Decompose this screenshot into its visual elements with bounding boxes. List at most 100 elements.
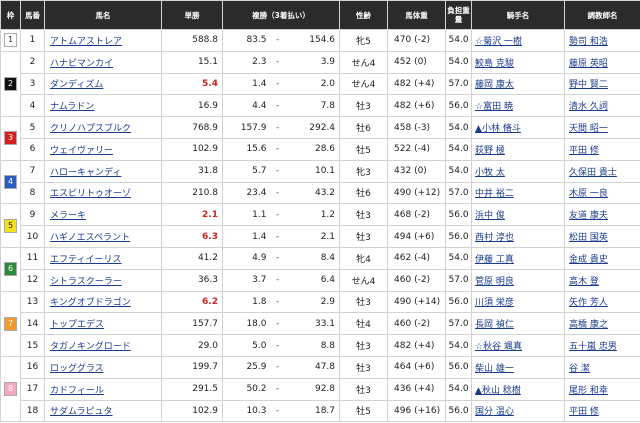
horse-name-link[interactable]: ダンディズム xyxy=(50,80,103,90)
place-odds-max: 7.8 xyxy=(285,94,341,118)
table-row: 6 ウェイヴァリー 102.9 15.6-28.6 牡5 522 (-4) 54.0 荻野 極… xyxy=(1,137,640,161)
horse-name-link[interactable]: ナムラドン xyxy=(50,102,94,112)
jockey-name-link[interactable]: ▲秋山 稔樹 xyxy=(475,386,521,396)
trainer-name-link[interactable]: 藤原 英昭 xyxy=(569,59,608,69)
jockey-name-link[interactable]: 国分 温心 xyxy=(475,407,514,417)
jockey-name-link[interactable]: ☆菊沢 一樹 xyxy=(475,37,522,47)
trainer-name-link[interactable]: 谷 潔 xyxy=(569,364,590,374)
sex-age: 牡3 xyxy=(339,377,389,401)
place-odds-min: 2.3 xyxy=(222,50,270,74)
jockey-name-link[interactable]: 伊藤 工真 xyxy=(475,255,514,265)
frame-cell: 2 xyxy=(0,50,21,118)
trainer-name-link[interactable]: 尾形 和幸 xyxy=(569,386,608,396)
frame-number-badge: 7 xyxy=(4,316,17,331)
horse-weight: 482 (+4) xyxy=(387,72,447,96)
horse-number: 1 xyxy=(20,29,45,52)
jockey-name-link[interactable]: ☆秋谷 颯真 xyxy=(475,342,522,352)
trainer-name-link[interactable]: 友道 康夫 xyxy=(569,211,608,221)
jockey-name-link[interactable]: ▲小林 脩斗 xyxy=(475,124,521,134)
place-odds-separator: - xyxy=(269,159,286,183)
jockey-name-link[interactable]: 長岡 禎仁 xyxy=(475,320,514,330)
carried-weight: 56.0 xyxy=(445,203,473,227)
horse-name-link[interactable]: メラーキ xyxy=(50,211,86,221)
carried-weight: 57.0 xyxy=(445,268,473,292)
horse-weight: 460 (-2) xyxy=(387,312,447,336)
jockey-name-link[interactable]: 小牧 太 xyxy=(475,168,505,178)
horse-name-link[interactable]: ロッググラス xyxy=(50,364,104,374)
trainer-name-cell: 勢司 和浩 xyxy=(564,29,640,52)
trainer-name-cell: 天間 昭一 xyxy=(564,116,640,139)
horse-name-link[interactable]: アトムアストレア xyxy=(50,37,122,47)
horse-name-cell: ハローキャンディ xyxy=(44,159,162,183)
trainer-name-link[interactable]: 天間 昭一 xyxy=(569,124,608,134)
horse-name-cell: エスピリトゥオーゾ xyxy=(44,181,162,205)
jockey-name-link[interactable]: 鮫島 克駿 xyxy=(475,59,514,69)
trainer-name-link[interactable]: 金成 貴史 xyxy=(569,255,608,265)
jockey-name-cell: 中井 裕二 xyxy=(471,181,566,205)
header-trainer: 調教師名 xyxy=(564,0,640,30)
trainer-name-link[interactable]: 勢司 和浩 xyxy=(569,37,608,47)
win-odds: 6.2 xyxy=(161,290,223,314)
horse-weight: 462 (-4) xyxy=(387,246,447,270)
trainer-name-link[interactable]: 矢作 芳人 xyxy=(569,298,608,308)
horse-name-link[interactable]: カドフィール xyxy=(50,386,104,396)
frame-number-badge: 1 xyxy=(4,33,17,48)
sex-age: 牡3 xyxy=(339,355,389,379)
trainer-name-link[interactable]: 高木 登 xyxy=(569,277,599,287)
jockey-name-link[interactable]: 浜中 俊 xyxy=(475,211,505,221)
carried-weight: 56.0 xyxy=(445,225,473,248)
place-odds-separator: - xyxy=(269,246,286,270)
trainer-name-cell: 高橋 康之 xyxy=(564,312,640,336)
place-odds-max: 8.8 xyxy=(285,334,341,357)
horse-name-link[interactable]: エフティイーリス xyxy=(50,255,121,265)
jockey-name-link[interactable]: 菅原 明良 xyxy=(475,277,514,287)
place-odds-max: 92.8 xyxy=(285,377,341,401)
horse-weight: 464 (+6) xyxy=(387,355,447,379)
jockey-name-cell: 国分 温心 xyxy=(471,399,566,423)
jockey-name-link[interactable]: 中井 裕二 xyxy=(475,189,514,199)
horse-weight: 460 (-2) xyxy=(387,268,447,292)
trainer-name-cell: 久保田 貴士 xyxy=(564,159,640,183)
horse-name-link[interactable]: トップエデス xyxy=(50,320,104,330)
place-odds-min: 25.9 xyxy=(222,355,270,379)
horse-name-link[interactable]: タガノキングロード xyxy=(50,342,131,352)
jockey-name-link[interactable]: 川須 栄彦 xyxy=(475,298,514,308)
jockey-name-link[interactable]: 柴山 雄一 xyxy=(475,364,514,374)
carried-weight: 56.0 xyxy=(445,94,473,118)
horse-name-link[interactable]: エスピリトゥオーゾ xyxy=(50,189,131,199)
carried-weight: 56.0 xyxy=(445,290,473,314)
jockey-name-link[interactable]: 藤岡 康太 xyxy=(475,80,514,90)
horse-name-link[interactable]: ウェイヴァリー xyxy=(50,146,113,156)
win-odds: 2.1 xyxy=(161,203,223,227)
horse-name-link[interactable]: シトラスクーラー xyxy=(50,277,122,287)
place-odds-separator: - xyxy=(269,225,286,248)
table-row: 15 タガノキングロード 29.0 5.0-8.8 牡3 482 (+4) 54.0 ☆秋谷 … xyxy=(1,334,640,357)
trainer-name-link[interactable]: 松田 国英 xyxy=(569,233,608,243)
header-odds: 単勝 xyxy=(161,0,223,30)
jockey-name-link[interactable]: 荻野 極 xyxy=(475,146,505,156)
horse-weight: 470 (-2) xyxy=(387,29,447,52)
horse-weight: 458 (-3) xyxy=(387,116,447,139)
trainer-name-link[interactable]: 五十嵐 忠男 xyxy=(569,342,617,352)
trainer-name-link[interactable]: 木原 一良 xyxy=(569,189,608,199)
trainer-name-link[interactable]: 高橋 康之 xyxy=(569,320,608,330)
jockey-name-link[interactable]: ☆富田 暁 xyxy=(475,102,513,112)
jockey-name-link[interactable]: 西村 淳也 xyxy=(475,233,514,243)
horse-name-link[interactable]: ハローキャンディ xyxy=(50,168,121,178)
trainer-name-link[interactable]: 久保田 貴士 xyxy=(569,168,617,178)
horse-number: 4 xyxy=(20,94,45,118)
horse-name-link[interactable]: ハギノエスペラント xyxy=(50,233,130,243)
place-odds-max: 3.9 xyxy=(285,50,341,74)
horse-name-link[interactable]: キングオブドラゴン xyxy=(50,298,131,308)
jockey-name-cell: 菅原 明良 xyxy=(471,268,566,292)
horse-name-link[interactable]: クリノハプスブルク xyxy=(50,124,131,134)
trainer-name-link[interactable]: 平田 修 xyxy=(569,407,599,417)
trainer-name-link[interactable]: 野中 賢二 xyxy=(569,80,608,90)
trainer-name-link[interactable]: 清水 久詞 xyxy=(569,102,608,112)
win-odds: 6.3 xyxy=(161,225,223,248)
horse-number: 3 xyxy=(20,72,45,96)
jockey-name-cell: 藤岡 康太 xyxy=(471,72,566,96)
horse-name-link[interactable]: サダムラピュタ xyxy=(50,407,113,417)
trainer-name-link[interactable]: 平田 修 xyxy=(569,146,599,156)
horse-name-link[interactable]: ハナビマンカイ xyxy=(50,59,113,69)
